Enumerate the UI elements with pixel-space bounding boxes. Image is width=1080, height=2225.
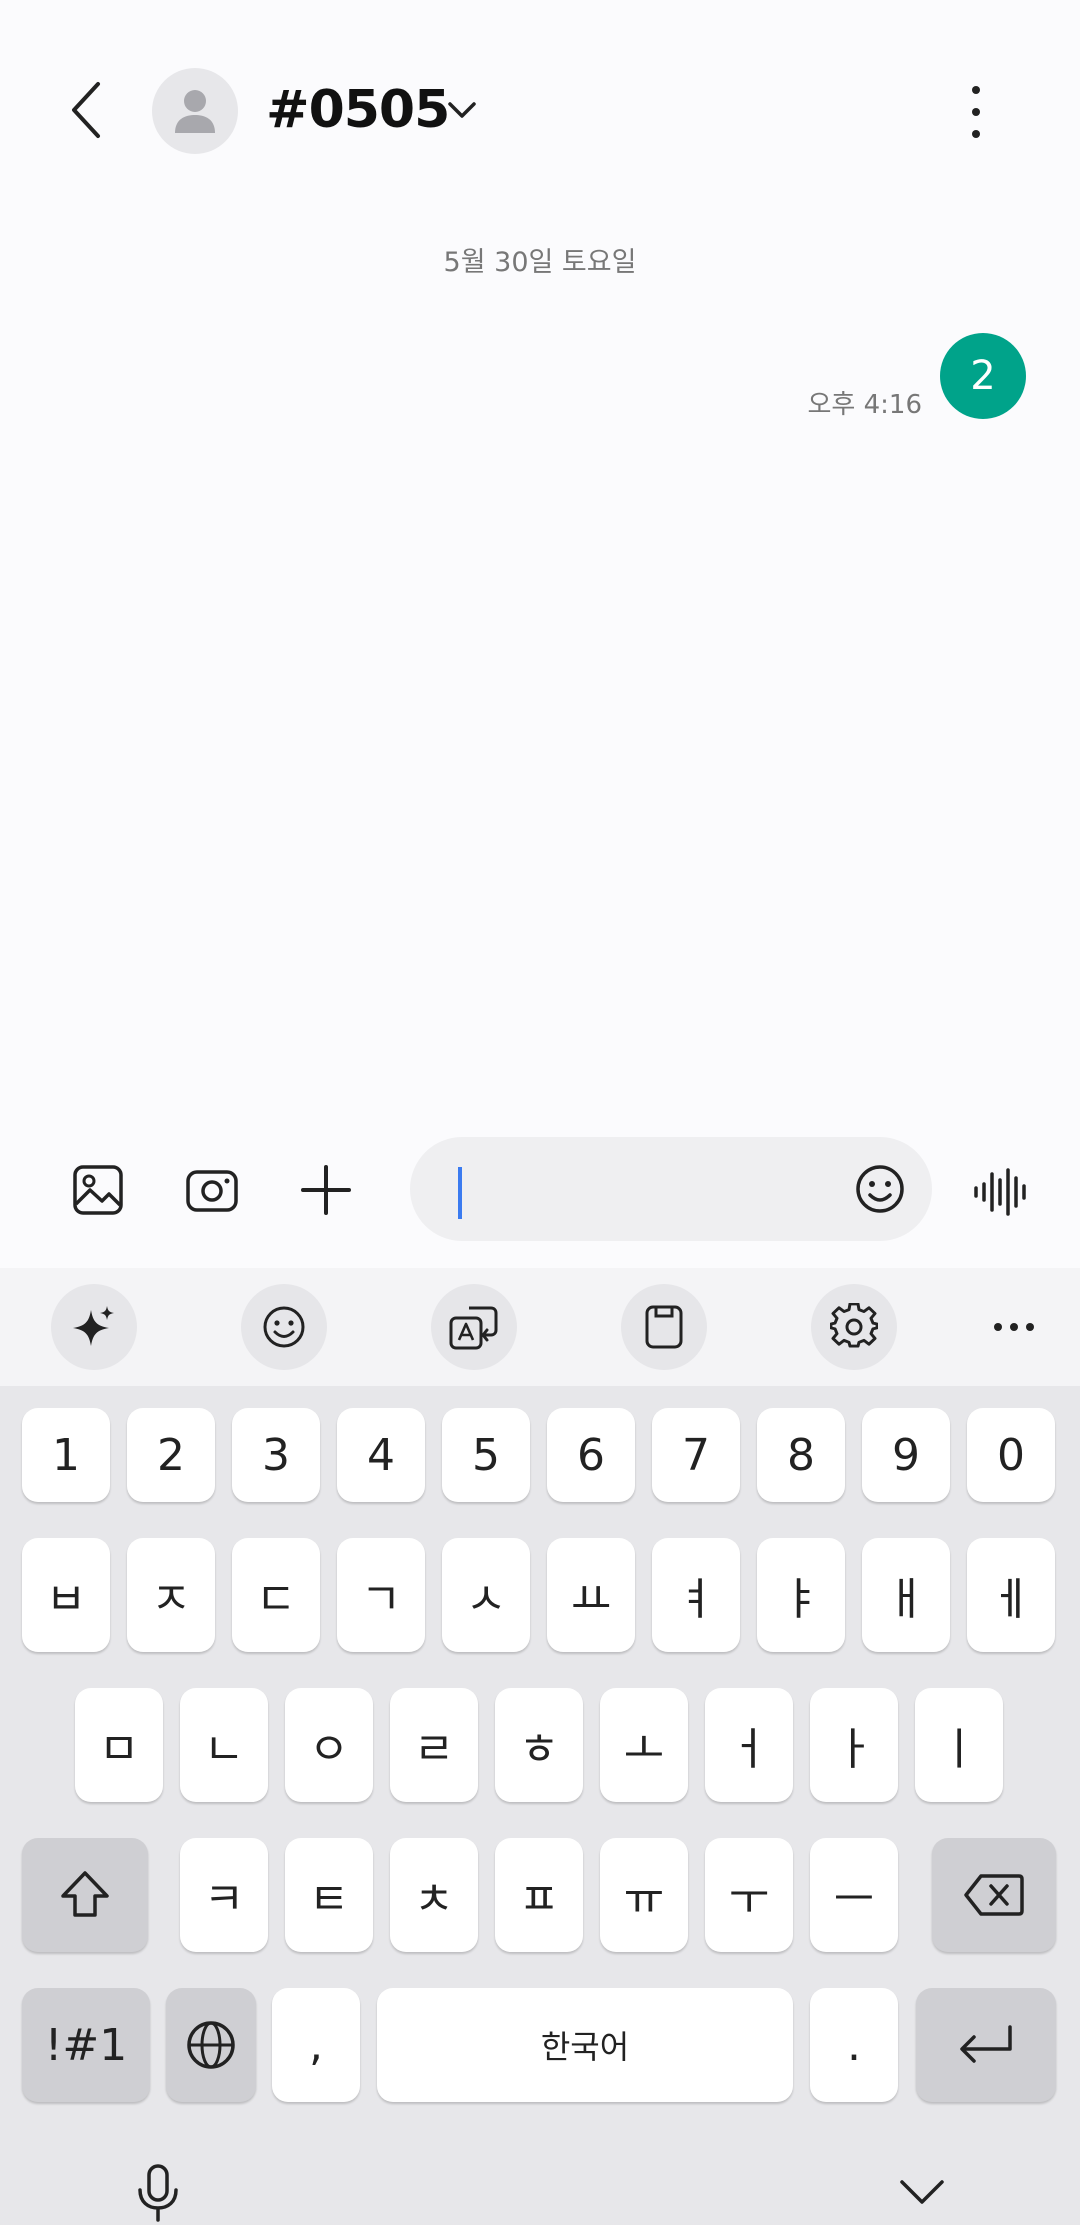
- key-m[interactable]: ㅁ: [75, 1688, 163, 1802]
- key-b[interactable]: ㅂ: [22, 1538, 110, 1652]
- message-time: 오후 4:16: [807, 390, 923, 420]
- chevron-down-icon: [448, 102, 476, 118]
- key-o[interactable]: ㅗ: [600, 1688, 688, 1802]
- message-bubble[interactable]: 2: [940, 333, 1026, 419]
- emoji-button[interactable]: [852, 1161, 908, 1217]
- key-eu[interactable]: ㅡ: [810, 1838, 898, 1952]
- avatar-icon: [175, 90, 215, 133]
- key-3[interactable]: 3: [232, 1408, 320, 1502]
- key-ch[interactable]: ㅊ: [390, 1838, 478, 1952]
- voice-record-icon: [974, 1168, 1026, 1216]
- enter-icon: [960, 2025, 1012, 2063]
- voice-input-button[interactable]: [126, 2160, 190, 2224]
- language-key[interactable]: [166, 1988, 256, 2102]
- comma-key[interactable]: ,: [272, 1988, 360, 2102]
- more-options-button[interactable]: [956, 80, 996, 144]
- settings-icon: [830, 1303, 878, 1348]
- period-key[interactable]: .: [810, 1988, 898, 2102]
- key-ng[interactable]: ㅇ: [285, 1688, 373, 1802]
- date-separator: 5월 30일 토요일: [443, 247, 637, 278]
- message-input[interactable]: [470, 1137, 850, 1241]
- key-2[interactable]: 2: [127, 1408, 215, 1502]
- space-key[interactable]: 한국어: [377, 1988, 793, 2102]
- app-header: #0505: [0, 0, 1080, 220]
- camera-icon: [186, 1170, 238, 1212]
- keyboard-settings-button[interactable]: [811, 1284, 897, 1370]
- key-a[interactable]: ㅏ: [810, 1688, 898, 1802]
- key-d[interactable]: ㄷ: [232, 1538, 320, 1652]
- key-h[interactable]: ㅎ: [495, 1688, 583, 1802]
- microphone-icon: [138, 2164, 178, 2222]
- key-4[interactable]: 4: [337, 1408, 425, 1502]
- ai-tools-button[interactable]: [51, 1284, 137, 1370]
- toolbar-more-button[interactable]: [971, 1284, 1057, 1370]
- key-p[interactable]: ㅍ: [495, 1838, 583, 1952]
- gallery-button[interactable]: [66, 1158, 130, 1222]
- symbols-key[interactable]: !#1: [22, 1988, 150, 2102]
- key-8[interactable]: 8: [757, 1408, 845, 1502]
- key-yeo[interactable]: ㅕ: [652, 1538, 740, 1652]
- key-yo[interactable]: ㅛ: [547, 1538, 635, 1652]
- more-horizontal-icon: [994, 1323, 1034, 1331]
- key-k[interactable]: ㅋ: [180, 1838, 268, 1952]
- keyboard-toolbar: [0, 1268, 1080, 1386]
- key-yu[interactable]: ㅠ: [600, 1838, 688, 1952]
- key-r[interactable]: ㄹ: [390, 1688, 478, 1802]
- key-g[interactable]: ㄱ: [337, 1538, 425, 1652]
- key-u[interactable]: ㅜ: [705, 1838, 793, 1952]
- add-icon: [301, 1165, 351, 1215]
- backspace-icon: [964, 1874, 1024, 1916]
- voice-record-button[interactable]: [970, 1160, 1034, 1224]
- back-button[interactable]: [56, 70, 116, 150]
- shift-icon: [61, 1871, 109, 1917]
- contact-title[interactable]: #0505: [266, 74, 450, 146]
- key-t[interactable]: ㅌ: [285, 1838, 373, 1952]
- camera-button[interactable]: [180, 1158, 244, 1222]
- clipboard-button[interactable]: [621, 1284, 707, 1370]
- message-input-box[interactable]: [410, 1137, 932, 1241]
- hide-keyboard-button[interactable]: [890, 2160, 954, 2224]
- emoji-panel-button[interactable]: [241, 1284, 327, 1370]
- contact-details-toggle[interactable]: [444, 92, 480, 128]
- key-6[interactable]: 6: [547, 1408, 635, 1502]
- key-5[interactable]: 5: [442, 1408, 530, 1502]
- globe-icon: [187, 2021, 235, 2069]
- ai-sparkle-icon: [73, 1306, 114, 1346]
- more-options-icon: [972, 86, 980, 94]
- key-j[interactable]: ㅈ: [127, 1538, 215, 1652]
- gallery-icon: [73, 1165, 123, 1215]
- key-e[interactable]: ㅔ: [967, 1538, 1055, 1652]
- key-eo[interactable]: ㅓ: [705, 1688, 793, 1802]
- text-caret: [458, 1167, 462, 1219]
- key-n[interactable]: ㄴ: [180, 1688, 268, 1802]
- emoji-icon: [856, 1165, 904, 1213]
- key-0[interactable]: 0: [967, 1408, 1055, 1502]
- shift-key[interactable]: [22, 1838, 148, 1952]
- chevron-down-icon: [900, 2180, 944, 2204]
- clipboard-icon: [645, 1305, 683, 1349]
- key-7[interactable]: 7: [652, 1408, 740, 1502]
- backspace-key[interactable]: [932, 1838, 1056, 1952]
- key-i[interactable]: ㅣ: [915, 1688, 1003, 1802]
- key-1[interactable]: 1: [22, 1408, 110, 1502]
- key-ae[interactable]: ㅐ: [862, 1538, 950, 1652]
- emoji-icon: [263, 1306, 305, 1348]
- enter-key[interactable]: [916, 1988, 1056, 2102]
- contact-avatar[interactable]: [152, 68, 238, 154]
- keyboard: 1 2 3 4 5 6 7 8 9 0 ㅂ ㅈ ㄷ ㄱ ㅅ ㅛ ㅕ ㅑ ㅐ ㅔ …: [0, 1386, 1080, 2225]
- compose-bar: [0, 1128, 1080, 1268]
- key-ya[interactable]: ㅑ: [757, 1538, 845, 1652]
- add-attachment-button[interactable]: [294, 1158, 358, 1222]
- back-icon: [72, 82, 100, 138]
- translate-button[interactable]: [431, 1284, 517, 1370]
- translate-icon: [449, 1306, 498, 1350]
- key-9[interactable]: 9: [862, 1408, 950, 1502]
- key-s[interactable]: ㅅ: [442, 1538, 530, 1652]
